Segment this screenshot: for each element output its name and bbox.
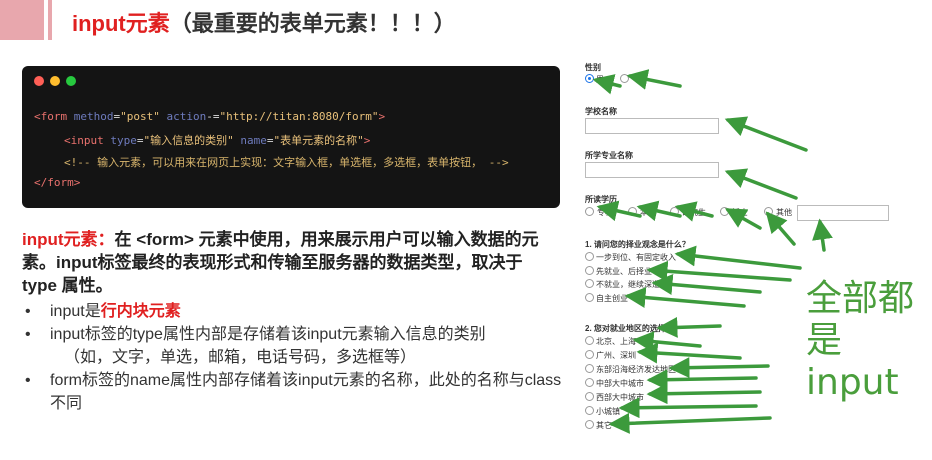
arrow-line: [596, 200, 642, 222]
arrow-line: [636, 200, 682, 222]
arrow-line: [724, 208, 762, 230]
arrow-line: [618, 397, 758, 419]
annotation-note: 全部都 是input: [806, 278, 932, 404]
arrow-line: [724, 116, 808, 152]
arrow-line: [646, 369, 758, 391]
arrow-line: [632, 331, 702, 353]
arrow-line: [624, 287, 746, 308]
arrow-line: [636, 342, 742, 364]
annotation-arrows: [592, 69, 833, 434]
arrow-line: [646, 383, 762, 405]
arrow-line: [608, 412, 772, 434]
arrow-line: [646, 260, 792, 282]
arrow-line: [626, 69, 682, 90]
arrow-line: [668, 357, 770, 379]
arrow-line: [812, 218, 833, 252]
annotation-line: 全部都: [806, 278, 915, 319]
arrow-line: [592, 74, 622, 95]
arrow-line: [765, 211, 796, 246]
annotation-line: 是input: [806, 320, 899, 403]
arrow-line: [656, 316, 722, 338]
arrow-line: [674, 201, 714, 222]
arrow-line: [674, 245, 802, 270]
arrow-line: [724, 168, 798, 200]
arrow-line: [651, 274, 762, 295]
